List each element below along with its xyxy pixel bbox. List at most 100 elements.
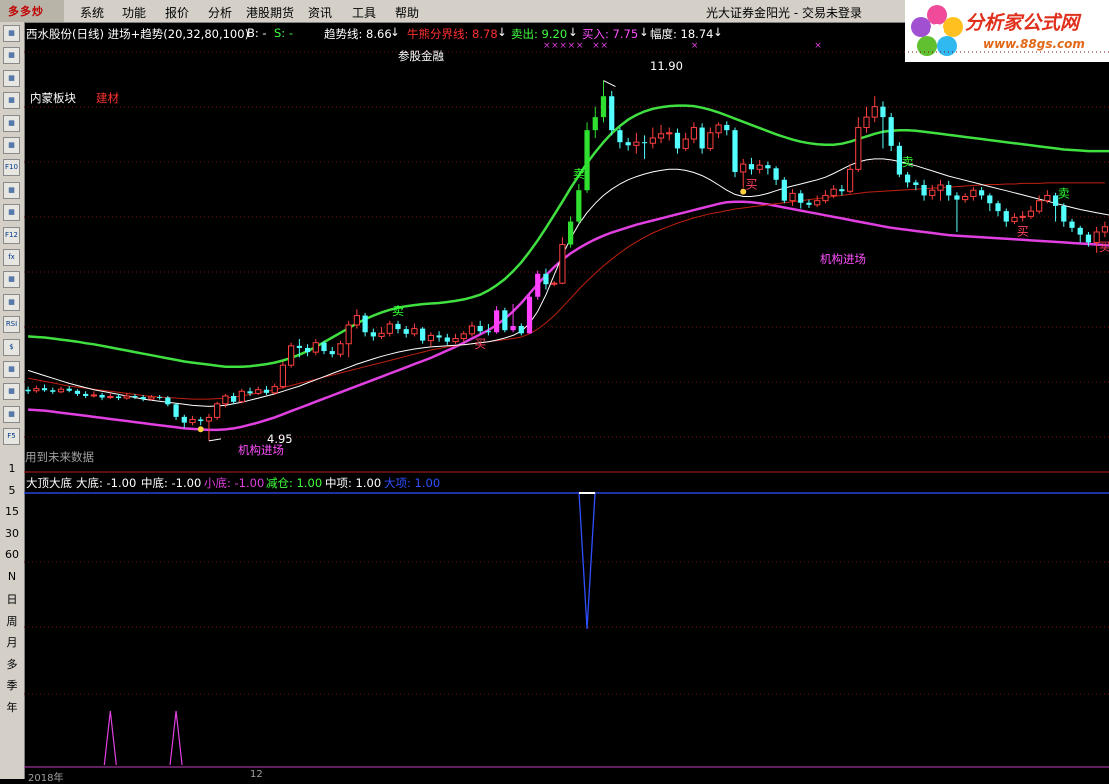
candle bbox=[756, 164, 763, 170]
period-4[interactable]: 60 bbox=[0, 548, 24, 561]
trend-line-value: 趋势线: 8.66 bbox=[324, 27, 392, 41]
indicator-lines bbox=[27, 104, 1109, 432]
period-0[interactable]: 1 bbox=[0, 462, 24, 475]
period-1[interactable]: 5 bbox=[0, 484, 24, 497]
mid-bottom-value: 中底: -1.00 bbox=[141, 476, 202, 490]
candle bbox=[452, 338, 459, 343]
candle bbox=[255, 389, 262, 394]
candle bbox=[962, 195, 969, 201]
down-arrow-icon: ↓ bbox=[713, 25, 723, 39]
candle bbox=[337, 343, 344, 355]
down-arrow-icon: ↓ bbox=[568, 25, 578, 39]
sub-panel-title: 大顶大底 bbox=[26, 476, 72, 490]
candle bbox=[25, 389, 31, 392]
period-3[interactable]: 30 bbox=[0, 527, 24, 540]
candle bbox=[1061, 205, 1067, 222]
menu-tools[interactable]: 工具 bbox=[352, 4, 376, 21]
f12-icon[interactable]: F12 bbox=[3, 226, 20, 244]
menu-quote[interactable]: 报价 bbox=[165, 4, 189, 21]
wave-icon[interactable]: ▦ bbox=[3, 293, 20, 311]
candle bbox=[773, 168, 779, 180]
candle bbox=[494, 310, 500, 333]
menu-system[interactable]: 系统 bbox=[80, 4, 104, 21]
institution-entry-dot bbox=[740, 188, 747, 195]
page-icon[interactable]: ▦ bbox=[3, 25, 20, 42]
export-icon[interactable]: ▦ bbox=[3, 383, 20, 401]
top-x-marker: × bbox=[600, 41, 608, 51]
candle bbox=[568, 221, 574, 245]
candle bbox=[148, 396, 155, 400]
candle bbox=[444, 337, 450, 342]
candle bbox=[477, 326, 483, 332]
candle bbox=[403, 329, 409, 334]
candle bbox=[781, 179, 787, 201]
high-price-pointer bbox=[603, 80, 616, 88]
kline-icon[interactable]: ▦ bbox=[3, 92, 20, 110]
stock-title: 西水股份(日线) 进场+趋势(20,32,80,100) bbox=[26, 27, 250, 41]
candle bbox=[1077, 227, 1083, 235]
formula-icon[interactable]: fx bbox=[3, 249, 20, 266]
candle bbox=[50, 390, 56, 392]
rsi-icon[interactable]: RSI bbox=[3, 316, 20, 334]
period-8[interactable]: 月 bbox=[0, 634, 24, 650]
period-2[interactable]: 15 bbox=[0, 505, 24, 518]
menu-help[interactable]: 帮助 bbox=[395, 4, 419, 21]
menu-hk-futures[interactable]: 港股期货 bbox=[246, 4, 294, 21]
candle bbox=[748, 164, 755, 170]
menu-analysis[interactable]: 分析 bbox=[208, 4, 232, 21]
list-icon[interactable]: ▦ bbox=[3, 137, 20, 154]
f10-icon[interactable]: F10 bbox=[3, 159, 20, 177]
period-11[interactable]: 年 bbox=[0, 699, 24, 715]
period-7[interactable]: 周 bbox=[0, 613, 24, 629]
candle bbox=[740, 163, 747, 173]
menu-news[interactable]: 资讯 bbox=[308, 4, 332, 21]
top-x-marker: × bbox=[543, 41, 551, 51]
candle bbox=[165, 397, 171, 405]
menu-function[interactable]: 功能 bbox=[122, 4, 146, 21]
pencil-icon[interactable]: ▦ bbox=[3, 405, 20, 423]
candle bbox=[74, 390, 81, 394]
multi-window-icon[interactable]: ▦ bbox=[3, 114, 20, 132]
notes-icon[interactable]: ▦ bbox=[3, 181, 20, 199]
candle bbox=[132, 395, 138, 398]
candle bbox=[1101, 226, 1108, 233]
candle bbox=[641, 142, 648, 144]
candle bbox=[592, 117, 598, 131]
candle bbox=[90, 394, 97, 397]
line-chart-icon[interactable]: ▦ bbox=[3, 69, 20, 87]
candle bbox=[913, 182, 919, 185]
calculator-icon[interactable]: ▦ bbox=[3, 204, 20, 222]
period-5[interactable]: N bbox=[0, 570, 24, 583]
period-10[interactable]: 季 bbox=[0, 677, 24, 693]
kline-chart[interactable]: 卖卖卖卖买买买买× × × × × × × × × bbox=[24, 22, 1109, 779]
future-data-note: 用到未来数据 bbox=[25, 450, 94, 464]
industry-name[interactable]: 建材 bbox=[96, 90, 119, 106]
search-icon[interactable]: ▦ bbox=[3, 271, 20, 289]
buy-signal-marker: 买 bbox=[474, 337, 486, 351]
candle bbox=[633, 141, 640, 146]
period-9[interactable]: 多 bbox=[0, 656, 24, 672]
candle bbox=[649, 137, 656, 144]
red_line-line bbox=[28, 182, 1105, 400]
candle bbox=[905, 174, 911, 183]
candle bbox=[115, 396, 122, 399]
amplitude-value: 幅度: 18.74 bbox=[650, 27, 714, 41]
b-label: B: - bbox=[247, 26, 267, 40]
candle bbox=[946, 185, 952, 196]
candle bbox=[715, 124, 722, 134]
candle bbox=[345, 324, 352, 345]
move-icon[interactable]: ▦ bbox=[3, 361, 20, 378]
period-6[interactable]: 日 bbox=[0, 591, 24, 607]
top-x-marker: × bbox=[576, 41, 584, 51]
big-bottom-value: 大底: -1.00 bbox=[76, 476, 137, 490]
top-x-marker: × bbox=[559, 41, 567, 51]
chart-area[interactable]: 卖卖卖卖买买买买 × × × × × × × × × 西水股份(日线) 进场+趋势(20,32,8… bbox=[24, 22, 1109, 784]
table-icon[interactable]: ▦ bbox=[3, 47, 20, 65]
sell-value: 卖出: 9.20 bbox=[511, 27, 568, 41]
candle bbox=[510, 326, 516, 331]
f5-icon[interactable]: F5 bbox=[3, 428, 20, 446]
sector-name[interactable]: 内蒙板块 bbox=[30, 90, 76, 106]
money-icon[interactable]: $ bbox=[3, 338, 20, 356]
white_line-line bbox=[27, 158, 1109, 407]
candle bbox=[559, 244, 566, 284]
